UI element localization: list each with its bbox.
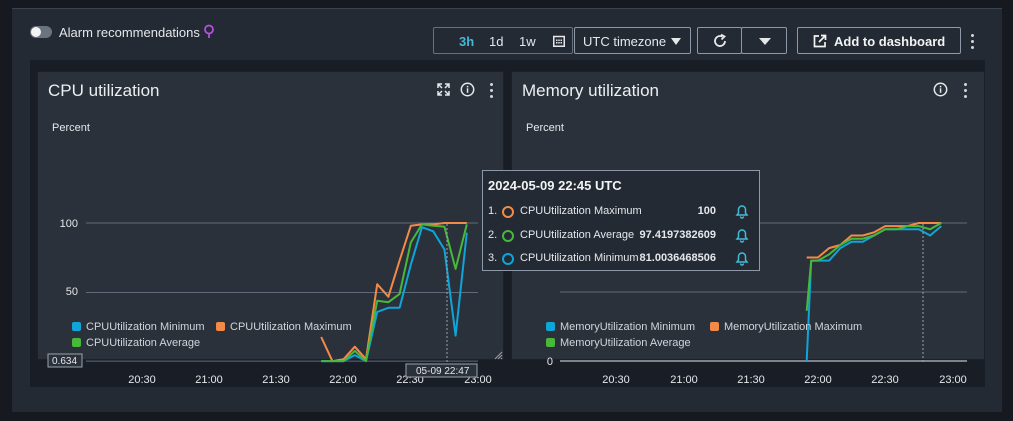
y-floor-label: 0.634	[52, 356, 77, 367]
legend-label: CPUUtilization Average	[86, 337, 201, 349]
add-to-dashboard-button[interactable]: Add to dashboard	[797, 27, 961, 54]
tooltip-series-name: CPUUtilization Average	[520, 229, 635, 241]
x-tick-label: 21:30	[262, 374, 290, 386]
x-tick-label: 22:30	[871, 374, 899, 386]
caret-down-icon	[759, 38, 771, 45]
bell-icon[interactable]	[734, 203, 750, 219]
legend-item-maximum[interactable]: MemoryUtilization Maximum	[710, 321, 862, 333]
series-line-cpuutilization-minimum[interactable]	[321, 226, 468, 363]
panel-title: Memory utilization	[522, 81, 659, 100]
legend-label: MemoryUtilization Maximum	[724, 321, 863, 333]
legend-item-average[interactable]: CPUUtilization Average	[72, 337, 200, 349]
series-line-memoryutilization-average[interactable]	[805, 222, 942, 311]
x-tick-label: 20:30	[128, 374, 156, 386]
range-1w[interactable]: 1w	[519, 34, 536, 49]
timezone-select[interactable]: UTC timezone	[574, 27, 691, 54]
time-range-selector: 3h 1d 1w	[433, 27, 573, 54]
refresh-icon	[714, 33, 726, 47]
expand-icon[interactable]	[437, 83, 450, 96]
timezone-label: UTC timezone	[583, 34, 667, 49]
series-color-ring	[502, 253, 514, 265]
calendar-icon[interactable]	[553, 35, 565, 47]
info-icon[interactable]	[933, 82, 948, 97]
hover-time-label: 05-09 22:47	[416, 366, 470, 377]
tooltip-series-value: 97.4197382609	[639, 229, 716, 241]
info-icon[interactable]	[460, 82, 475, 97]
legend-item-average[interactable]: MemoryUtilization Average	[546, 337, 691, 349]
series-color-ring	[502, 230, 514, 242]
refresh-options-button[interactable]	[741, 27, 787, 54]
legend-label: CPUUtilization Minimum	[86, 321, 205, 333]
tooltip-row: 2. CPUUtilization Average 97.4197382609	[488, 229, 756, 243]
panel-menu-icon[interactable]	[964, 83, 968, 101]
x-tick-label: 22:00	[329, 374, 357, 386]
refresh-button[interactable]	[697, 27, 742, 54]
series-line-memoryutilization-minimum[interactable]	[805, 225, 942, 362]
x-tick-label: 21:00	[195, 374, 223, 386]
legend-item-minimum[interactable]: CPUUtilization Minimum	[72, 321, 205, 333]
x-tick-label: 22:00	[804, 374, 832, 386]
lightbulb-icon	[204, 24, 214, 38]
caret-down-icon	[671, 38, 681, 45]
panel-menu-icon[interactable]	[490, 83, 494, 101]
toolbar: Alarm recommendations 3h 1d 1w UTC timez…	[30, 22, 985, 56]
y-floor-badge: 0.634	[47, 353, 83, 368]
hover-time-badge: 05-09 22:47	[405, 363, 478, 378]
tooltip-row: 1. CPUUtilization Maximum 100	[488, 205, 756, 219]
panel-title: CPU utilization	[48, 81, 160, 100]
x-tick-label: 21:00	[670, 374, 698, 386]
y-tick-label: 100	[60, 218, 78, 230]
alarm-recommendations-toggle[interactable]	[30, 26, 52, 38]
chart-tooltip: 2024-05-09 22:45 UTC 1. CPUUtilization M…	[482, 170, 760, 271]
legend-label: MemoryUtilization Average	[560, 337, 691, 349]
bell-icon[interactable]	[734, 227, 750, 243]
series-color-ring	[502, 206, 514, 218]
alarm-recommendations-label: Alarm recommendations	[59, 25, 200, 40]
range-3h[interactable]: 3h	[459, 34, 474, 49]
tooltip-series-name: CPUUtilization Maximum	[520, 205, 642, 217]
legend-label: CPUUtilization Maximum	[230, 321, 352, 333]
legend-label: MemoryUtilization Minimum	[560, 321, 696, 333]
external-link-icon	[813, 34, 827, 48]
tooltip-series-name: CPUUtilization Minimum	[520, 252, 639, 264]
cpu-utilization-panel: CPU utilization Percent 100 50 0.634 20:…	[37, 71, 504, 386]
tooltip-row-index: 1.	[488, 205, 498, 217]
x-tick-label: 23:00	[939, 374, 967, 386]
tooltip-title: 2024-05-09 22:45 UTC	[488, 178, 622, 193]
tooltip-row-index: 2.	[488, 229, 498, 241]
series-line-memoryutilization-maximum[interactable]	[806, 222, 942, 259]
tooltip-row-index: 3.	[488, 252, 498, 264]
more-options-icon[interactable]	[971, 34, 975, 52]
legend-item-maximum[interactable]: CPUUtilization Maximum	[216, 321, 352, 333]
y-tick-label: 0	[547, 356, 553, 368]
range-1d[interactable]: 1d	[489, 34, 503, 49]
x-tick-label: 21:30	[737, 374, 765, 386]
tooltip-series-value: 100	[697, 205, 716, 217]
tooltip-row: 3. CPUUtilization Minimum 81.0036468506	[488, 252, 756, 266]
add-to-dashboard-label: Add to dashboard	[834, 34, 946, 49]
tooltip-series-value: 81.0036468506	[639, 252, 716, 264]
resize-handle-icon[interactable]	[494, 351, 503, 360]
y-tick-label: 50	[66, 286, 78, 298]
legend-item-minimum[interactable]: MemoryUtilization Minimum	[546, 321, 695, 333]
bell-icon[interactable]	[734, 250, 750, 266]
x-tick-label: 20:30	[602, 374, 630, 386]
